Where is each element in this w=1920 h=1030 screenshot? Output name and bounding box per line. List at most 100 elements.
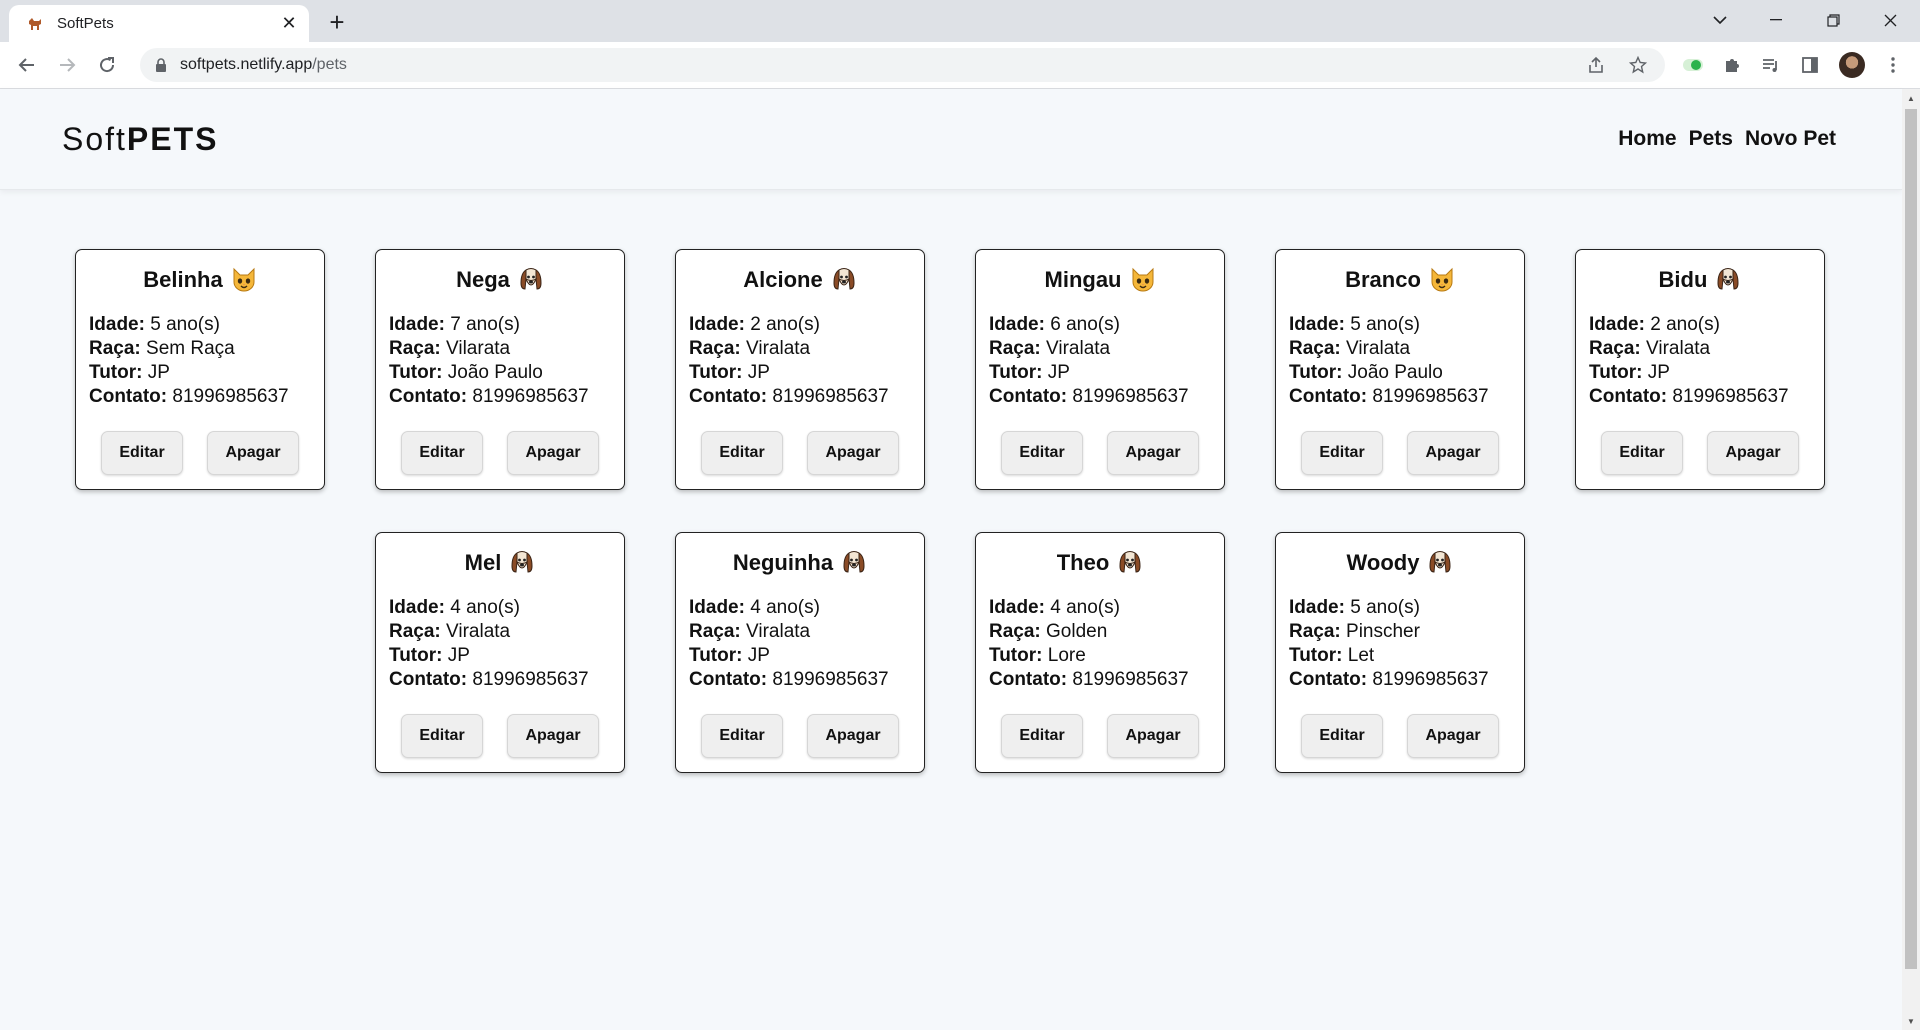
pet-card: Woody Idade: 5 ano(s) Raça: Pinscher Tut…: [1275, 532, 1525, 773]
pet-card-actions: Editar Apagar: [976, 431, 1224, 475]
raca-label: Raça:: [1589, 338, 1641, 359]
reload-icon[interactable]: [92, 50, 122, 80]
extensions-puzzle-icon[interactable]: [1719, 52, 1745, 78]
idade-label: Idade:: [389, 314, 445, 335]
edit-button[interactable]: Editar: [1001, 431, 1083, 475]
contato-value: 81996985637: [1372, 669, 1489, 690]
main-nav: Home Pets Novo Pet: [1618, 127, 1836, 151]
share-icon[interactable]: [1585, 54, 1607, 76]
tutor-value: JP: [1047, 362, 1070, 383]
pet-name: Mel: [464, 550, 502, 575]
pet-card: Mel Idade: 4 ano(s) Raça: Viralata Tutor…: [375, 532, 625, 773]
nav-novo-pet-link[interactable]: Novo Pet: [1745, 127, 1836, 151]
pet-card-title: Bidu: [1576, 265, 1824, 295]
dog-icon: [1117, 550, 1143, 576]
dog-icon: [831, 267, 857, 293]
raca-label: Raça:: [1289, 338, 1341, 359]
media-queue-icon[interactable]: [1758, 52, 1784, 78]
delete-button[interactable]: Apagar: [1707, 431, 1799, 475]
side-panel-icon[interactable]: [1797, 52, 1823, 78]
browser-tabstrip: SoftPets ✕ +: [0, 0, 1920, 42]
edit-button[interactable]: Editar: [1601, 431, 1683, 475]
edit-button[interactable]: Editar: [701, 714, 783, 758]
pet-name: Woody: [1346, 550, 1420, 575]
delete-button[interactable]: Apagar: [1407, 714, 1499, 758]
raca-value: Viralata: [446, 621, 511, 642]
contato-label: Contato:: [989, 386, 1068, 407]
edit-button[interactable]: Editar: [1301, 714, 1383, 758]
scroll-thumb[interactable]: [1905, 109, 1917, 969]
contato-label: Contato:: [89, 386, 168, 407]
nav-pets-link[interactable]: Pets: [1689, 127, 1733, 151]
extension-toggle-icon[interactable]: [1680, 52, 1706, 78]
new-tab-button[interactable]: +: [323, 7, 351, 37]
delete-button[interactable]: Apagar: [1107, 714, 1199, 758]
idade-label: Idade:: [689, 597, 745, 618]
forward-icon[interactable]: [52, 50, 82, 80]
tab-search-icon[interactable]: [1692, 0, 1748, 40]
contato-value: 81996985637: [472, 669, 589, 690]
delete-button[interactable]: Apagar: [207, 431, 299, 475]
pet-card-title: Belinha: [76, 265, 324, 295]
nav-home-link[interactable]: Home: [1618, 127, 1676, 151]
raca-label: Raça:: [89, 338, 141, 359]
pet-name: Nega: [456, 267, 510, 292]
raca-label: Raça:: [1289, 621, 1341, 642]
idade-label: Idade:: [689, 314, 745, 335]
pet-card-actions: Editar Apagar: [676, 714, 924, 758]
delete-button[interactable]: Apagar: [1107, 431, 1199, 475]
edit-button[interactable]: Editar: [101, 431, 183, 475]
edit-button[interactable]: Editar: [401, 714, 483, 758]
dog-icon: [841, 550, 867, 576]
raca-value: Viralata: [1046, 338, 1111, 359]
pet-card-actions: Editar Apagar: [676, 431, 924, 475]
dog-icon: [509, 550, 535, 576]
idade-value: 4 ano(s): [450, 597, 520, 618]
contato-value: 81996985637: [1372, 386, 1489, 407]
close-window-icon[interactable]: [1862, 0, 1918, 40]
lock-icon[interactable]: [154, 58, 168, 72]
delete-button[interactable]: Apagar: [807, 431, 899, 475]
close-tab-icon[interactable]: ✕: [275, 10, 303, 38]
site-logo[interactable]: SoftPETS: [62, 121, 219, 158]
tutor-value: Lore: [1047, 645, 1086, 666]
scroll-up-arrow-icon[interactable]: ▲: [1902, 91, 1920, 105]
edit-button[interactable]: Editar: [401, 431, 483, 475]
delete-button[interactable]: Apagar: [507, 714, 599, 758]
menu-dots-icon[interactable]: [1880, 52, 1906, 78]
delete-button[interactable]: Apagar: [507, 431, 599, 475]
pet-name: Belinha: [143, 267, 223, 292]
back-icon[interactable]: [12, 50, 42, 80]
contato-value: 81996985637: [772, 669, 889, 690]
edit-button[interactable]: Editar: [1301, 431, 1383, 475]
tutor-label: Tutor:: [1289, 362, 1343, 383]
restore-icon[interactable]: [1805, 0, 1861, 40]
logo-light: Soft: [62, 121, 127, 157]
delete-button[interactable]: Apagar: [807, 714, 899, 758]
delete-button[interactable]: Apagar: [1407, 431, 1499, 475]
browser-tab[interactable]: SoftPets ✕: [9, 5, 309, 42]
page-content: SoftPETS Home Pets Novo Pet Belinha Idad…: [0, 89, 1902, 1030]
scroll-down-arrow-icon[interactable]: ▼: [1902, 1014, 1920, 1028]
page-scrollbar[interactable]: ▲ ▼: [1902, 89, 1920, 1030]
idade-value: 5 ano(s): [150, 314, 220, 335]
raca-value: Viralata: [746, 338, 811, 359]
idade-label: Idade:: [1289, 314, 1345, 335]
cat-icon: [1429, 267, 1455, 293]
idade-value: 4 ano(s): [750, 597, 820, 618]
address-bar[interactable]: softpets.netlify.app/pets: [140, 48, 1665, 82]
idade-label: Idade:: [989, 597, 1045, 618]
edit-button[interactable]: Editar: [701, 431, 783, 475]
url-host: softpets.netlify.app: [180, 56, 313, 73]
profile-avatar[interactable]: [1839, 52, 1865, 78]
raca-label: Raça:: [689, 621, 741, 642]
pet-card: Neguinha Idade: 4 ano(s) Raça: Viralata …: [675, 532, 925, 773]
minimize-icon[interactable]: [1748, 0, 1804, 40]
tutor-value: JP: [147, 362, 170, 383]
bookmark-star-icon[interactable]: [1627, 54, 1649, 76]
pet-card-actions: Editar Apagar: [1576, 431, 1824, 475]
edit-button[interactable]: Editar: [1001, 714, 1083, 758]
site-header: SoftPETS Home Pets Novo Pet: [0, 89, 1902, 190]
idade-value: 6 ano(s): [1050, 314, 1120, 335]
contato-label: Contato:: [989, 669, 1068, 690]
